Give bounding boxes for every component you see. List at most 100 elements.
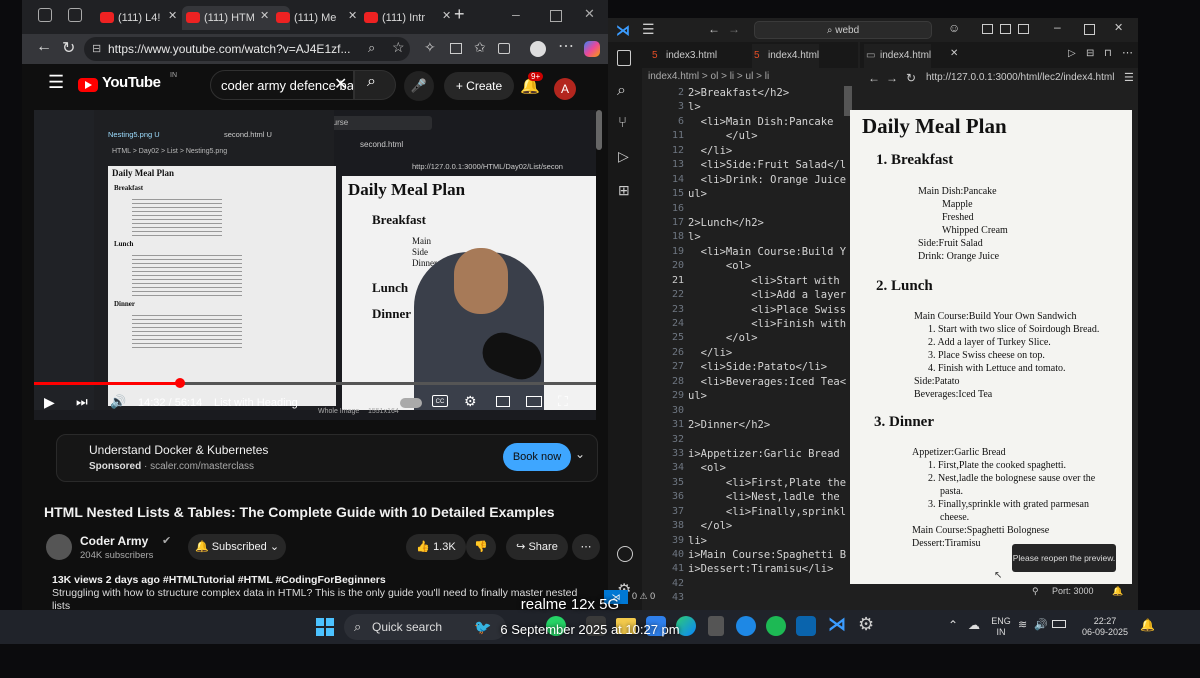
avatar[interactable]: A [554, 78, 576, 100]
code-line[interactable]: <li>Place Swiss [688, 303, 860, 317]
tray-overflow-icon[interactable]: ⌃ [948, 618, 958, 632]
battery-icon[interactable] [1052, 620, 1066, 628]
copilot-icon[interactable]: ☺ [948, 21, 960, 35]
code-line[interactable]: <li>Finish with [688, 317, 860, 331]
minimize-icon[interactable]: – [1054, 20, 1061, 34]
next-icon[interactable]: ⏭ [76, 394, 88, 410]
volume-icon[interactable]: 🔊 [1034, 618, 1048, 631]
more-actions-button[interactable]: ⋯ [572, 534, 600, 560]
menu-icon[interactable]: ☰ [1124, 71, 1134, 84]
like-button[interactable]: 👍 1.3K [406, 534, 466, 560]
vscode-taskbar-icon[interactable]: ⋊ [828, 614, 846, 635]
input-language[interactable]: ENG IN [988, 616, 1014, 638]
spotify-icon[interactable] [766, 616, 786, 636]
more-icon[interactable]: ⋯ [1122, 46, 1133, 59]
reopen-preview-notification[interactable]: Please reopen the preview. [1012, 544, 1116, 572]
layout-icon[interactable] [1000, 24, 1011, 34]
notifications-icon[interactable]: 🔔 [1112, 586, 1123, 597]
dell-icon[interactable] [736, 616, 756, 636]
settings-icon[interactable]: ⚙ [464, 393, 477, 410]
back-icon[interactable]: ← [868, 71, 880, 85]
copilot-icon[interactable] [584, 41, 600, 57]
code-line[interactable]: li> [688, 534, 860, 548]
code-line[interactable]: </li> [688, 144, 860, 158]
code-line[interactable]: </ol> [688, 519, 860, 533]
sponsored-ad[interactable]: Understand Docker & Kubernetes Sponsored… [56, 434, 598, 482]
code-line[interactable]: i>Appetizer:Garlic Bread [688, 447, 860, 461]
share-button[interactable]: ↪ Share [506, 534, 568, 560]
code-line[interactable]: <ol> [688, 461, 860, 475]
settings-icon[interactable]: ⚙ [858, 614, 874, 635]
browser-tab[interactable]: (111) L4! [96, 6, 196, 30]
tab-index3[interactable]: 5 index3.html [650, 44, 717, 68]
code-line[interactable]: <li>Side:Patato</li> [688, 360, 860, 374]
code-line[interactable]: <li>Finally,sprinkl [688, 505, 860, 519]
source-control-icon[interactable]: ⑂ [618, 114, 627, 131]
code-line[interactable]: <li>Main Course:Build Y [688, 245, 860, 259]
tab-index4[interactable]: 5 index4.html [752, 44, 820, 68]
minimize-icon[interactable]: – [512, 6, 520, 22]
search-button[interactable]: ⌕ [354, 70, 396, 100]
bell-icon[interactable]: ⚲ [1032, 586, 1039, 597]
close-icon[interactable]: ✕ [442, 9, 451, 22]
forward-icon[interactable]: → [886, 71, 898, 85]
code-line[interactable]: l> [688, 100, 860, 114]
breadcrumb[interactable]: index4.html > ol > li > ul > li [642, 68, 864, 86]
maximize-icon[interactable] [1084, 24, 1095, 35]
channel-avatar[interactable] [46, 534, 72, 560]
favorites-bar-icon[interactable]: ✩ [474, 39, 486, 56]
code-line[interactable]: <li>Nest,ladle the [688, 490, 860, 504]
code-line[interactable]: l> [688, 230, 860, 244]
captions-icon[interactable]: CC [432, 395, 448, 407]
close-icon[interactable]: ✕ [260, 9, 269, 22]
subscribed-button[interactable]: 🔔 Subscribed ⌄ [188, 534, 286, 560]
code-line[interactable]: </li> [688, 346, 860, 360]
code-line[interactable]: i>Main Course:Spaghetti B [688, 548, 860, 562]
extensions-icon[interactable]: ✧ [424, 39, 436, 56]
voice-search-icon[interactable]: 🎤 [404, 71, 434, 101]
code-line[interactable]: <li>Add a layer [688, 288, 860, 302]
code-editor[interactable]: 2>Breakfast</h2> l> <li>Main Dish:Pancake… [688, 86, 860, 606]
code-line[interactable] [688, 202, 860, 216]
back-icon[interactable]: ← [708, 22, 720, 36]
dislike-button[interactable]: 👎 [466, 534, 496, 560]
video-player[interactable]: mern-stack-course Nesting5.png U second.… [34, 110, 596, 420]
code-line[interactable]: <li>Side:Fruit Salad</l [688, 158, 860, 172]
code-line[interactable]: i>Dessert:Tiramisu</li> [688, 562, 860, 576]
back-icon[interactable]: ← [36, 38, 52, 56]
code-line[interactable]: <li>Beverages:Iced Tea< [688, 375, 860, 389]
more-icon[interactable]: ⋯ [558, 36, 574, 56]
close-icon[interactable]: ✕ [950, 48, 958, 59]
channel-name[interactable]: Coder Army [80, 534, 148, 548]
search-icon[interactable]: ⌕ [617, 82, 626, 100]
run-debug-icon[interactable]: ▷ [618, 148, 629, 165]
code-line[interactable] [688, 404, 860, 418]
close-icon[interactable]: ✕ [168, 9, 177, 22]
theater-icon[interactable] [526, 396, 542, 407]
account-icon[interactable] [617, 546, 633, 562]
profile-icon[interactable] [530, 41, 546, 57]
page-scrollbar[interactable] [596, 110, 602, 150]
code-line[interactable]: <li>First,Plate the [688, 476, 860, 490]
youtube-logo-icon[interactable] [78, 78, 98, 92]
favorite-icon[interactable]: ☆ [392, 39, 405, 56]
code-line[interactable]: <li>Drink: Orange Juice [688, 173, 860, 187]
search-input[interactable]: coder army defence bat [210, 70, 354, 100]
close-icon[interactable]: ✕ [348, 9, 357, 22]
close-window-icon[interactable]: ✕ [584, 6, 595, 22]
book-now-button[interactable]: Book now [503, 443, 571, 471]
code-line[interactable] [688, 577, 860, 591]
new-tab-icon[interactable]: + [454, 4, 465, 25]
menu-icon[interactable]: ☰ [48, 72, 64, 93]
port-status[interactable]: Port: 3000 [1052, 586, 1094, 596]
youtube-wordmark[interactable]: YouTube [102, 74, 161, 91]
outlook-icon[interactable] [796, 616, 816, 636]
code-line[interactable]: </ul> [688, 129, 860, 143]
code-line[interactable] [688, 591, 860, 605]
fullscreen-icon[interactable]: ⛶ [558, 393, 568, 410]
code-line[interactable]: ul> [688, 389, 860, 403]
autoplay-toggle[interactable] [400, 398, 422, 408]
onedrive-icon[interactable]: ☁ [968, 618, 980, 632]
preview-url-input[interactable]: http://127.0.0.1:3000/html/lec2/index4.h… [926, 72, 1114, 83]
create-button[interactable]: + Create [444, 72, 514, 100]
